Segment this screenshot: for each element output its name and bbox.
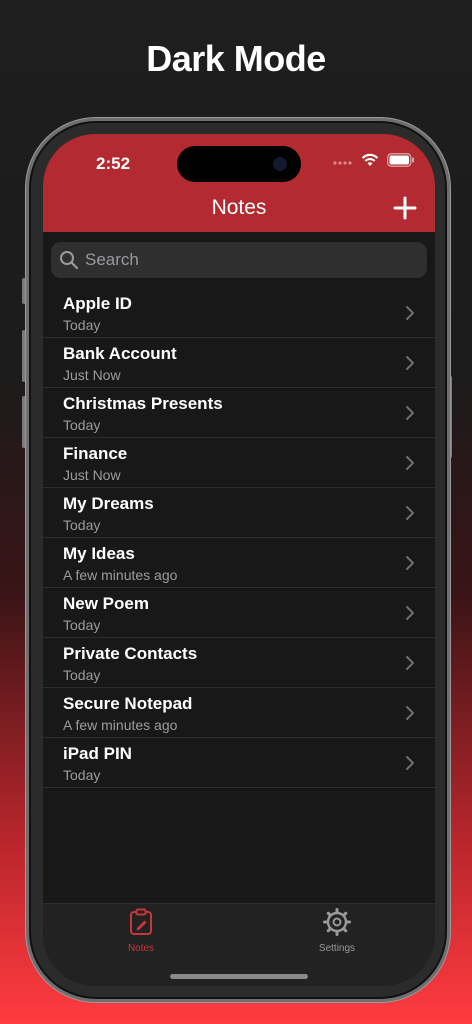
navigation-bar: 2:52 Notes	[43, 134, 435, 232]
note-title: Christmas Presents	[63, 394, 223, 413]
chevron-right-icon	[406, 556, 414, 570]
tab-bar: Notes Settings	[43, 903, 435, 986]
note-date: A few minutes ago	[63, 567, 178, 583]
chevron-right-icon	[406, 506, 414, 520]
note-date: Today	[63, 767, 101, 783]
note-date: Today	[63, 417, 101, 433]
note-date: Today	[63, 517, 101, 533]
search-placeholder: Search	[85, 250, 139, 269]
note-title: Bank Account	[63, 344, 177, 363]
note-date: Today	[63, 317, 101, 333]
list-item[interactable]: New Poem Today	[43, 588, 435, 638]
note-date: Today	[63, 667, 101, 683]
wifi-icon	[361, 153, 379, 172]
chevron-right-icon	[406, 306, 414, 320]
chevron-right-icon	[406, 656, 414, 670]
chevron-right-icon	[406, 706, 414, 720]
list-item[interactable]: iPad PIN Today	[43, 738, 435, 788]
add-note-button[interactable]	[393, 196, 417, 220]
notes-clipboard-icon	[130, 908, 152, 935]
chevron-right-icon	[406, 406, 414, 420]
list-item[interactable]: Apple ID Today	[43, 288, 435, 338]
list-item[interactable]: Secure Notepad A few minutes ago	[43, 688, 435, 738]
battery-icon	[387, 152, 415, 172]
list-item[interactable]: Finance Just Now	[43, 438, 435, 488]
home-indicator[interactable]	[170, 974, 308, 979]
status-indicators	[333, 152, 415, 172]
status-time: 2:52	[96, 154, 131, 173]
tab-settings-label: Settings	[318, 943, 356, 954]
note-date: Just Now	[63, 467, 121, 483]
promo-headline: Dark Mode	[146, 38, 326, 79]
tab-notes[interactable]: Notes	[81, 908, 201, 954]
list-item[interactable]: Christmas Presents Today	[43, 388, 435, 438]
note-title: My Ideas	[63, 544, 135, 563]
note-date: Today	[63, 617, 101, 633]
note-title: Secure Notepad	[63, 694, 193, 713]
dynamic-island	[177, 146, 301, 182]
nav-title: Notes	[211, 196, 267, 219]
search-icon	[60, 251, 79, 270]
note-title: Apple ID	[63, 294, 132, 313]
note-title: My Dreams	[63, 494, 154, 513]
list-item[interactable]: Private Contacts Today	[43, 638, 435, 688]
note-date: A few minutes ago	[63, 717, 178, 733]
list-item[interactable]: Bank Account Just Now	[43, 338, 435, 388]
note-title: Private Contacts	[63, 644, 198, 663]
tab-settings[interactable]: Settings	[277, 908, 397, 954]
chevron-right-icon	[406, 356, 414, 370]
note-date: Just Now	[63, 367, 121, 383]
tab-notes-label: Notes	[127, 943, 155, 954]
chevron-right-icon	[406, 456, 414, 470]
gear-icon	[323, 908, 351, 936]
app-screen: 2:52 Notes Search Apple ID Today Bank Ac…	[43, 134, 435, 986]
signal-dots-icon	[333, 153, 353, 171]
chevron-right-icon	[406, 606, 414, 620]
note-title: iPad PIN	[63, 744, 132, 763]
chevron-right-icon	[406, 756, 414, 770]
note-title: Finance	[63, 444, 128, 463]
list-item[interactable]: My Dreams Today	[43, 488, 435, 538]
plus-icon	[393, 196, 417, 220]
notes-list: Apple ID Today Bank Account Just Now Chr…	[43, 288, 435, 788]
note-title: New Poem	[63, 594, 149, 613]
list-item[interactable]: My Ideas A few minutes ago	[43, 538, 435, 588]
search-input[interactable]: Search	[51, 242, 427, 278]
